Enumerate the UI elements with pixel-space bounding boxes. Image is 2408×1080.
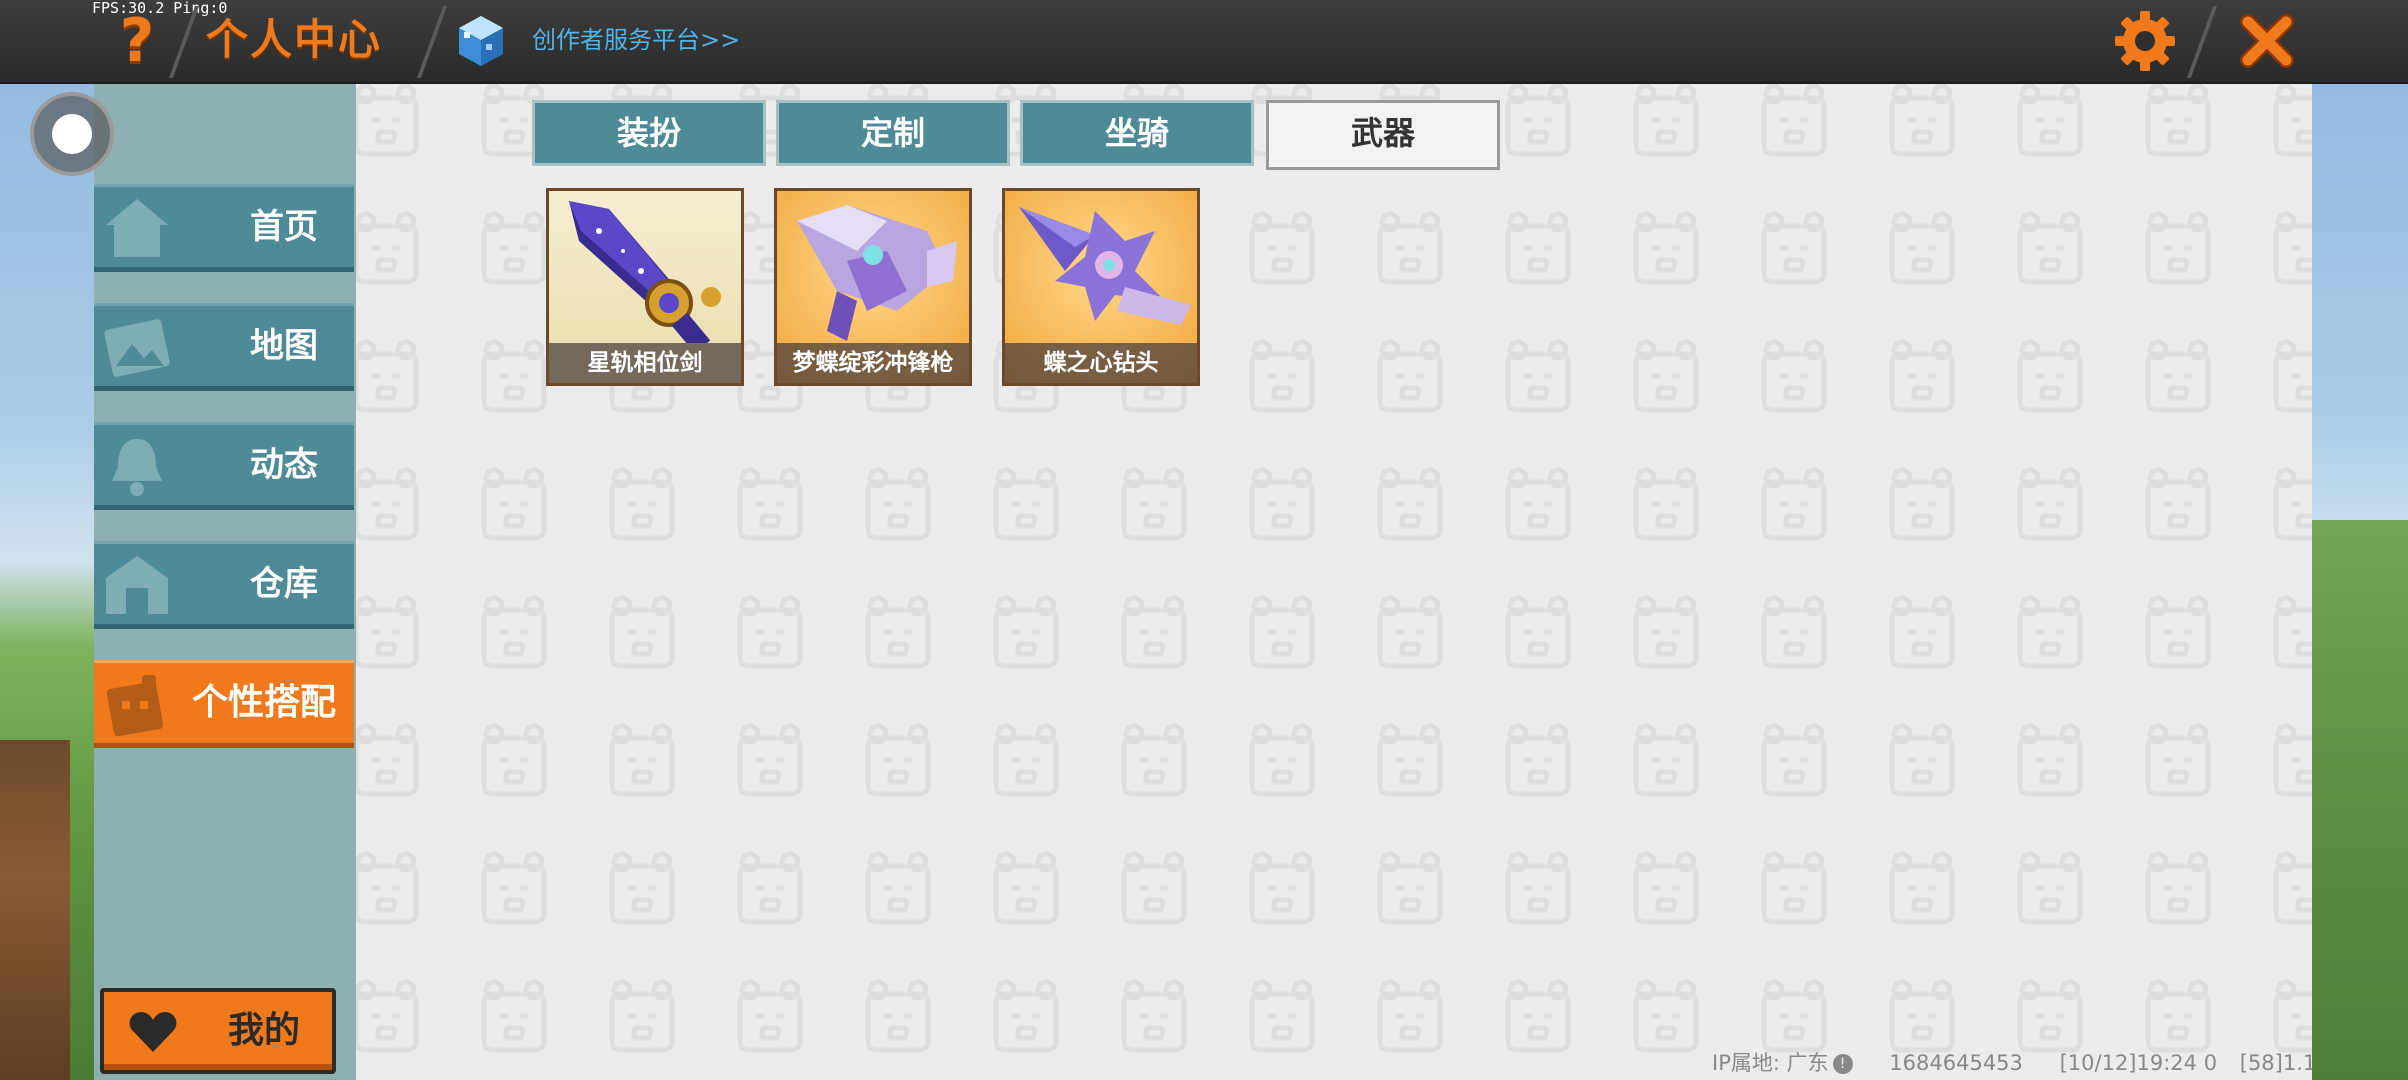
sidebar-item-label: 个性搭配	[191, 682, 336, 723]
tab-weapon[interactable]: 武器	[1266, 100, 1500, 170]
sword-icon	[569, 201, 721, 343]
bell-icon	[112, 439, 162, 496]
close-icon[interactable]	[2234, 8, 2300, 74]
ip-location-text: IP属地: 广东	[1712, 1051, 1829, 1075]
ip-location: IP属地: 广东!	[1712, 1051, 1853, 1075]
help-button[interactable]: ?	[108, 10, 166, 72]
item-name: 梦蝶绽彩冲锋枪	[777, 343, 969, 383]
sidebar-item-label: 动态	[250, 445, 318, 485]
question-icon: ?	[119, 6, 155, 76]
cube-icon[interactable]	[456, 14, 506, 68]
version: [58]1.19.5	[2239, 1051, 2312, 1075]
sidebar-item-label: 地图	[250, 326, 318, 366]
settings-gear-icon[interactable]	[2112, 8, 2178, 74]
item-card[interactable]: 蝶之心钻头	[1002, 188, 1200, 386]
map-icon	[104, 319, 170, 377]
dirt-block	[0, 740, 70, 1080]
heart-icon	[129, 1012, 177, 1052]
creator-platform-link[interactable]: 创作者服务平台>>	[532, 22, 740, 58]
sidebar-item-home[interactable]: 首页	[94, 184, 354, 272]
timestamp: [10/12]19:24 0	[2059, 1051, 2218, 1075]
sidebar-item-label: 仓库	[250, 564, 318, 604]
item-name: 星轨相位剑	[549, 343, 741, 383]
user-id: 1684645453	[1889, 1051, 2023, 1075]
footer-info: IP属地: 广东! 1684645453 [10/12]19:24 0 [58]…	[1712, 1050, 2312, 1076]
drill-icon	[1019, 207, 1191, 325]
item-card[interactable]: 星轨相位剑	[546, 188, 744, 386]
tab-mount[interactable]: 坐骑	[1020, 100, 1254, 166]
sidebar-item-warehouse[interactable]: 仓库	[94, 541, 354, 629]
record-button[interactable]	[30, 92, 114, 176]
page-title: 个人中心	[206, 15, 383, 64]
divider	[2186, 6, 2218, 78]
item-name: 蝶之心钻头	[1005, 343, 1197, 383]
mine-button-label: 我的	[227, 1010, 300, 1051]
info-icon[interactable]: !	[1832, 1054, 1853, 1074]
top-bar: FPS:30.2 Ping:0 ? 个人中心 创作者服务平台>>	[0, 0, 2408, 84]
mine-button[interactable]: 我的	[100, 988, 336, 1074]
sidebar-item-label: 首页	[250, 207, 318, 247]
sidebar-item-feed[interactable]: 动态	[94, 422, 354, 510]
tab-costume[interactable]: 装扮	[532, 100, 766, 166]
warehouse-icon	[106, 556, 168, 614]
tab-custom[interactable]: 定制	[776, 100, 1010, 166]
item-card[interactable]: 梦蝶绽彩冲锋枪	[774, 188, 972, 386]
smg-icon	[797, 205, 957, 341]
home-icon	[106, 199, 168, 257]
sidebar-item-map[interactable]: 地图	[94, 303, 354, 391]
sidebar-item-outfit[interactable]: 个性搭配	[94, 660, 354, 748]
divider	[416, 6, 448, 78]
grass-block	[2308, 520, 2408, 1080]
outfit-icon	[106, 675, 164, 737]
content-panel: 装扮 定制 坐骑 武器 星轨相位剑 梦蝶绽彩冲锋枪 蝶之心钻头 IP属地: 广东…	[356, 84, 2312, 1080]
